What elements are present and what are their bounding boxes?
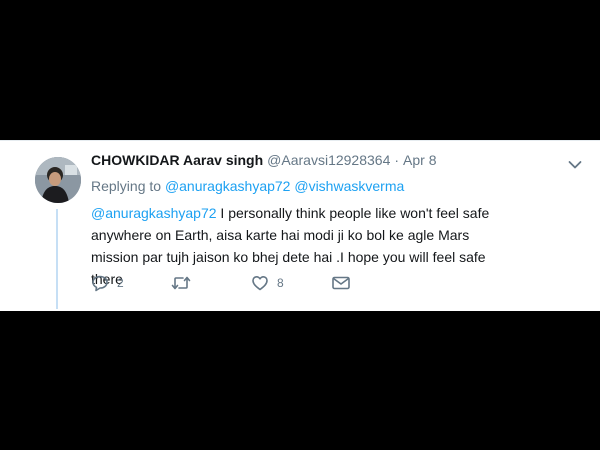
message-icon — [332, 276, 350, 290]
replying-to-label: Replying to — [91, 178, 162, 194]
avatar-photo — [35, 157, 81, 203]
tweet-body: CHOWKIDAR Aarav singh @Aaravsi12928364 ·… — [91, 151, 561, 290]
user-handle[interactable]: @Aaravsi12928364 — [267, 151, 390, 169]
replying-to-mention-1[interactable]: @anuragkashyap72 — [165, 178, 291, 194]
chevron-down-icon[interactable] — [568, 157, 582, 169]
retweet-button[interactable] — [171, 274, 251, 292]
tweet-card[interactable]: CHOWKIDAR Aarav singh @Aaravsi12928364 ·… — [0, 140, 600, 311]
tweet-actions: 2 8 — [91, 273, 411, 293]
like-button[interactable]: 8 — [251, 274, 331, 292]
header-separator: · — [394, 152, 400, 168]
replying-to-mention-2[interactable]: @vishwaskverma — [294, 178, 404, 194]
avatar[interactable] — [35, 157, 81, 203]
tweet-mention[interactable]: @anuragkashyap72 — [91, 205, 217, 221]
reply-icon — [92, 275, 108, 292]
direct-message-button[interactable] — [331, 275, 411, 291]
screenshot-stage: CHOWKIDAR Aarav singh @Aaravsi12928364 ·… — [0, 0, 600, 450]
thread-line — [56, 209, 58, 309]
tweet-header: CHOWKIDAR Aarav singh @Aaravsi12928364 ·… — [91, 151, 561, 169]
reply-count: 2 — [117, 276, 124, 290]
tweet-timestamp[interactable]: Apr 8 — [403, 151, 436, 169]
like-count: 8 — [277, 276, 284, 290]
display-name[interactable]: CHOWKIDAR Aarav singh — [91, 151, 263, 169]
retweet-icon — [171, 276, 191, 290]
reply-button[interactable]: 2 — [91, 274, 171, 292]
heart-icon — [252, 276, 268, 291]
replying-to: Replying to @anuragkashyap72 @vishwaskve… — [91, 177, 561, 195]
